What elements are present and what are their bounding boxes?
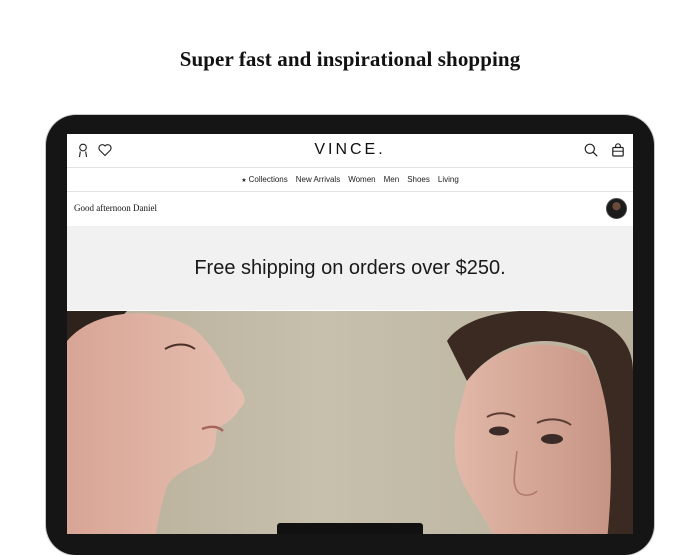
- star-icon: ★: [241, 178, 247, 184]
- shipping-banner: Free shipping on orders over $250.: [67, 226, 633, 310]
- hero-image[interactable]: [67, 311, 633, 534]
- greeting-text: Good afternoon Daniel: [74, 203, 157, 213]
- nav-item-women[interactable]: Women: [348, 175, 375, 184]
- shipping-banner-text: Free shipping on orders over $250.: [194, 256, 506, 279]
- nav-label: Collections: [248, 175, 288, 184]
- category-nav: ★ Collections New Arrivals Women Men Shoe…: [67, 168, 633, 192]
- nav-item-new-arrivals[interactable]: New Arrivals: [296, 175, 340, 184]
- app-screen: VINCE. ★ Collections New Arrivals Women M…: [67, 134, 633, 534]
- hero-photo-illustration: [67, 311, 633, 534]
- page-headline: Super fast and inspirational shopping: [179, 47, 521, 71]
- nav-item-collections[interactable]: ★ Collections: [241, 175, 288, 184]
- nav-item-living[interactable]: Living: [438, 175, 459, 184]
- brand-logo[interactable]: VINCE.: [67, 141, 633, 159]
- nav-item-men[interactable]: Men: [384, 175, 400, 184]
- search-icon[interactable]: [583, 142, 599, 158]
- greeting-row: Good afternoon Daniel: [67, 192, 633, 226]
- bag-icon[interactable]: [610, 142, 626, 158]
- top-bar: VINCE.: [67, 134, 633, 168]
- avatar[interactable]: [606, 198, 627, 219]
- nav-item-shoes[interactable]: Shoes: [407, 175, 430, 184]
